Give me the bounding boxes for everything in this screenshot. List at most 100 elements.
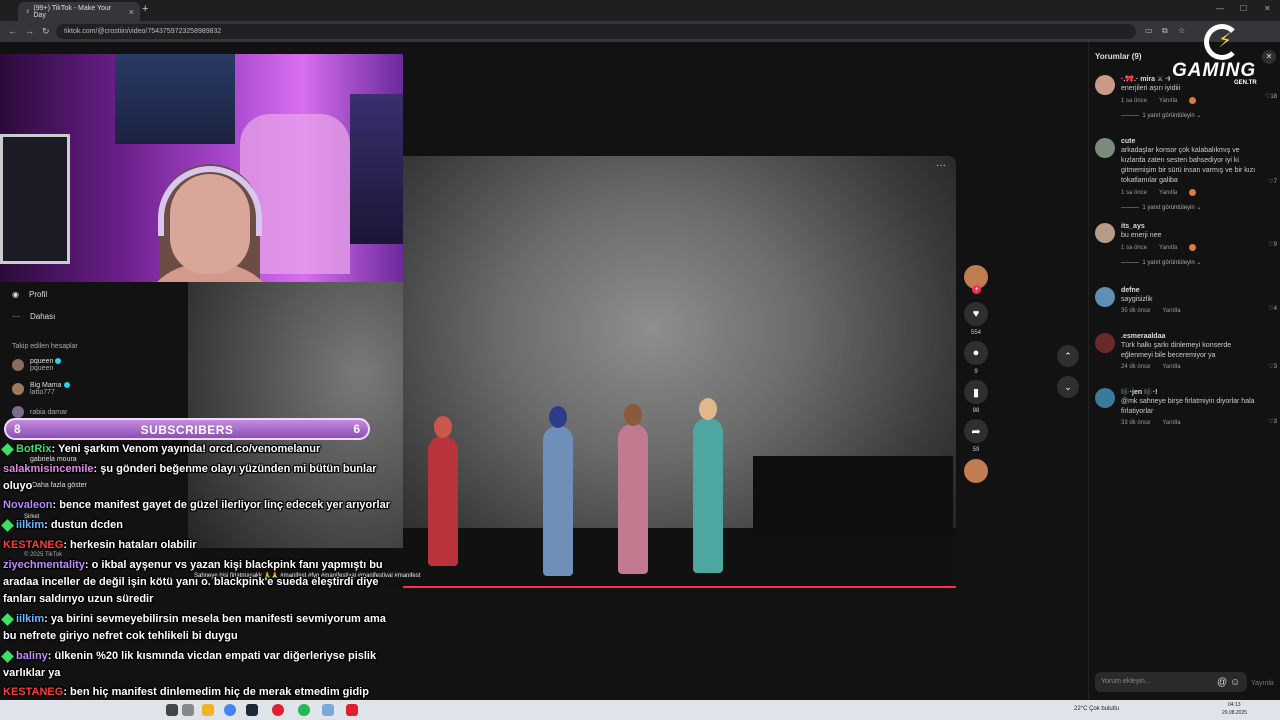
reply-button[interactable]: Yanıtla — [1159, 245, 1177, 251]
chevron-down-icon: ⌄ — [1064, 381, 1072, 392]
maximize-icon[interactable]: ☐ — [1240, 4, 1247, 13]
comment-user[interactable]: defne — [1121, 287, 1261, 294]
mention-icon[interactable]: @ — [1217, 677, 1227, 688]
screen: ♪ (99+) TikTok - Make Your Day × + — ☐ ✕… — [0, 0, 1280, 720]
view-replies-link[interactable]: ——— 1 yanıt görüntüleyin ⌄ — [1121, 112, 1261, 119]
emoji-icon[interactable]: ☺ — [1230, 677, 1240, 688]
address-bar-row: ← → ↻ tiktok.com/@crostiin/video/7543759… — [0, 21, 1280, 42]
file-explorer-icon[interactable] — [202, 704, 214, 716]
gaming-logo: ⚡ GAMING GEN.TR — [1172, 24, 1272, 90]
forward-icon[interactable]: → — [25, 26, 34, 36]
clock-date[interactable]: 29.08.2025 — [1222, 710, 1247, 716]
like-button[interactable]: ♥ 554 — [962, 302, 990, 336]
view-replies-link[interactable]: ——— 1 yanıt görüntüleyin ⌄ — [1121, 259, 1261, 266]
share-button[interactable]: ➦ 59 — [962, 419, 990, 453]
back-icon[interactable]: ← — [8, 26, 17, 36]
comment-like[interactable]: ♡9 — [1268, 241, 1277, 248]
stage-equipment — [753, 456, 953, 536]
post-comment-button[interactable]: Yayınla — [1251, 680, 1274, 687]
close-window-icon[interactable]: ✕ — [1264, 4, 1271, 13]
comment-user[interactable]: .esmeraaldaa — [1121, 333, 1261, 340]
verified-icon — [63, 382, 70, 389]
reply-button[interactable]: Yanıtla — [1162, 308, 1180, 314]
minimize-icon[interactable]: — — [1216, 4, 1224, 13]
comment-like[interactable]: ♡3 — [1268, 363, 1277, 370]
view-replies-label: 1 yanıt görüntüleyin — [1142, 260, 1195, 266]
chrome-icon[interactable] — [224, 704, 236, 716]
comment-user[interactable]: 🎼·jen 🎼·! — [1121, 388, 1261, 396]
sidebar-item-profile[interactable]: ◉ Profil — [12, 290, 47, 299]
chat-username[interactable]: Novaleon — [3, 499, 53, 511]
followed-account[interactable]: Big Mama latto777 — [12, 382, 70, 396]
chat-username[interactable]: salakmisincemile — [3, 463, 94, 475]
tab-close-icon[interactable]: × — [129, 7, 134, 17]
sidebar-item-label: Dahası — [30, 312, 56, 321]
followed-name: Big Mama — [30, 382, 62, 389]
browser-tab[interactable]: ♪ (99+) TikTok - Make Your Day × — [18, 2, 140, 21]
creator-avatar[interactable]: + — [962, 265, 990, 294]
view-replies-link[interactable]: ——— 1 yanıt görüntüleyin ⌄ — [1121, 204, 1261, 211]
next-video-button[interactable]: ⌄ — [1057, 376, 1079, 398]
chat-username[interactable]: iilkim — [16, 613, 44, 625]
comment-icon: ● — [964, 341, 988, 365]
avatar[interactable] — [1095, 333, 1115, 353]
video-more-icon[interactable]: ··· — [936, 160, 946, 171]
chat-text: : Yeni şarkım Venom yayında! orcd.co/ven… — [51, 443, 321, 455]
task-view-icon[interactable] — [182, 704, 194, 716]
cast-icon[interactable]: ▭ — [1145, 26, 1153, 35]
app-icon[interactable] — [322, 704, 334, 716]
avatar — [12, 383, 24, 395]
followed-account[interactable]: pqueen pqueen — [12, 358, 62, 372]
sidebar-item-more[interactable]: ··· Dahası — [12, 312, 55, 321]
chat-username[interactable]: BotRix — [16, 443, 51, 455]
chat-badge-icon — [1, 442, 14, 456]
new-tab-button[interactable]: + — [142, 3, 148, 15]
follow-plus-icon[interactable]: + — [972, 285, 981, 294]
avatar[interactable] — [1095, 223, 1115, 243]
browser-tab-bar: ♪ (99+) TikTok - Make Your Day × + — ☐ ✕ — [0, 0, 1280, 21]
comment-like[interactable]: ♡3 — [1268, 418, 1277, 425]
steam-icon[interactable] — [246, 704, 258, 716]
reply-button[interactable]: Yanıtla — [1159, 98, 1177, 104]
weather-widget[interactable]: 22°C Çok bulutlu — [1074, 706, 1119, 712]
followed-account[interactable]: rabia damar — [12, 406, 67, 418]
chat-username[interactable]: KESTANEG — [3, 686, 63, 698]
save-button[interactable]: ▮ 98 — [962, 380, 990, 414]
chevron-up-icon: ⌃ — [1064, 350, 1072, 361]
obs-icon[interactable] — [346, 704, 358, 716]
previous-video-button[interactable]: ⌃ — [1057, 345, 1079, 367]
avatar[interactable] — [1095, 287, 1115, 307]
comment-like[interactable]: ♡7 — [1268, 178, 1277, 185]
chat-username[interactable]: KESTANEG — [3, 539, 63, 551]
reply-button[interactable]: Yanıtla — [1159, 190, 1177, 196]
translate-icon[interactable]: ⧉ — [1162, 26, 1168, 36]
music-disc[interactable] — [962, 459, 990, 483]
reaction-icon — [1189, 189, 1197, 196]
dancer — [693, 398, 723, 573]
chat-message: iilkim: ya birini sevmeyebilirsin mesela… — [1, 611, 393, 645]
comment-like[interactable]: ♡18 — [1265, 93, 1277, 100]
comment-user[interactable]: its_ays — [1121, 223, 1261, 230]
url-field[interactable]: tiktok.com/@crostiin/video/7543759723258… — [56, 24, 1136, 39]
avatar[interactable] — [1095, 75, 1115, 95]
comment-like[interactable]: ♡4 — [1268, 305, 1277, 312]
video-progress-bar[interactable] — [403, 586, 956, 588]
comment-button[interactable]: ● 9 — [962, 341, 990, 375]
like-count: 554 — [970, 330, 981, 336]
opera-icon[interactable] — [272, 704, 284, 716]
chat-username[interactable]: ziyechmentality — [3, 559, 85, 571]
reload-icon[interactable]: ↻ — [42, 26, 50, 37]
avatar[interactable] — [1095, 138, 1115, 158]
clock-time[interactable]: 04:13 — [1228, 702, 1241, 708]
search-icon[interactable] — [166, 704, 178, 716]
avatar[interactable] — [1095, 388, 1115, 408]
spotify-icon[interactable] — [298, 704, 310, 716]
comment-user[interactable]: cute — [1121, 138, 1261, 145]
chat-badge-icon — [1, 612, 14, 626]
reply-button[interactable]: Yanıtla — [1162, 364, 1180, 370]
chat-username[interactable]: baliny — [16, 650, 48, 662]
windows-taskbar: 22°C Çok bulutlu 04:13 29.08.2025 — [0, 700, 1280, 720]
video-player[interactable] — [403, 156, 956, 588]
chat-username[interactable]: iilkim — [16, 519, 44, 531]
reply-button[interactable]: Yanıtla — [1162, 420, 1180, 426]
